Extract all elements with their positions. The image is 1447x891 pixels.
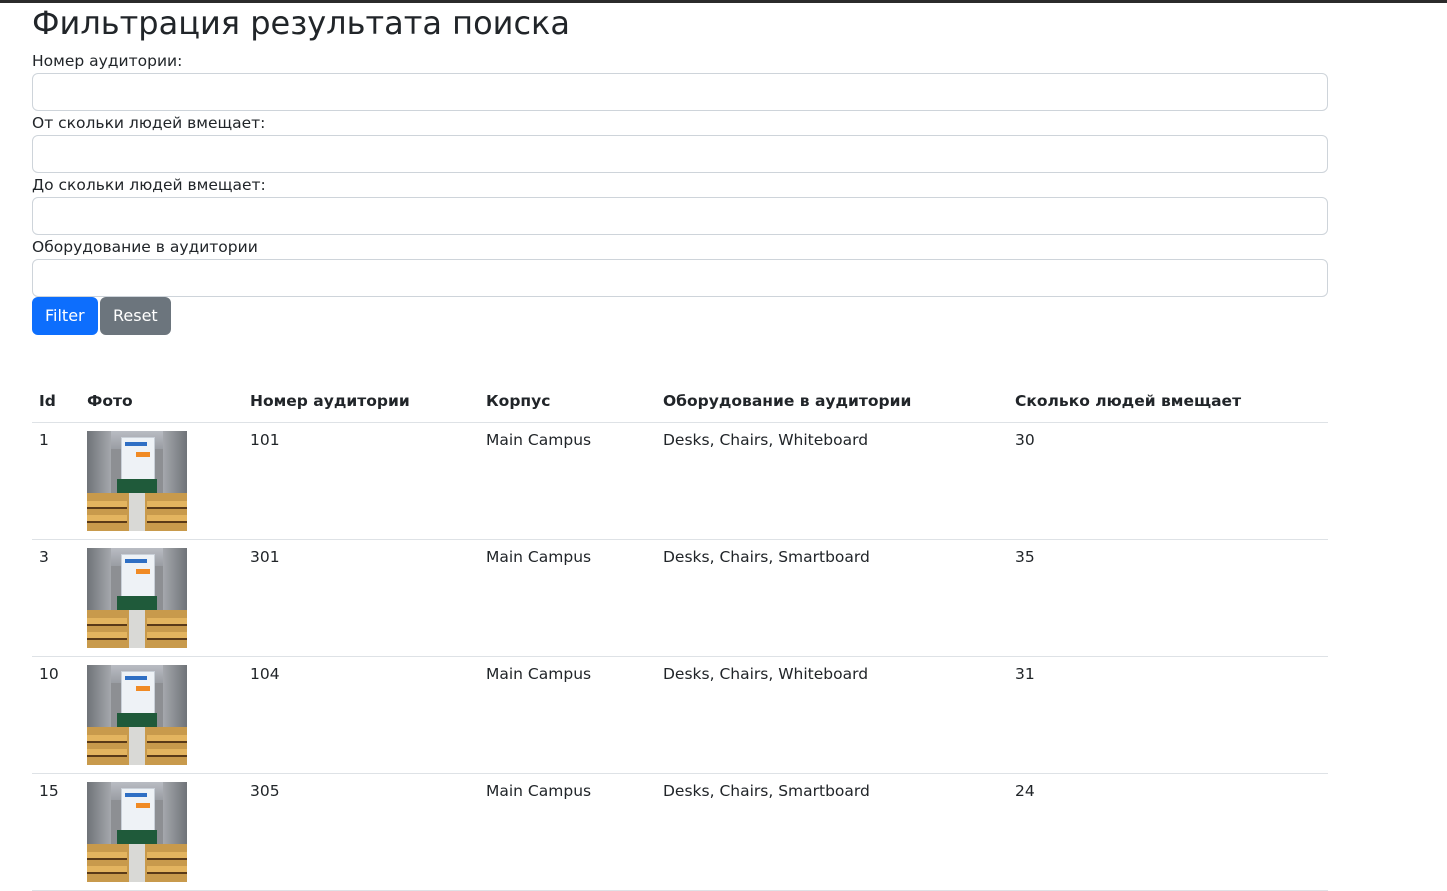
cell-equipment: Desks, Chairs, Smartboard (656, 773, 1008, 891)
header-id: Id (32, 386, 80, 423)
table-header-row: Id Фото Номер аудитории Корпус Оборудова… (32, 386, 1328, 423)
header-room-number: Номер аудитории (243, 386, 479, 423)
classroom-photo (87, 665, 187, 765)
header-building: Корпус (479, 386, 656, 423)
cell-room-number: 305 (243, 773, 479, 891)
cell-building: Main Campus (479, 422, 656, 540)
cell-room-number: 104 (243, 656, 479, 774)
equipment-input[interactable] (32, 259, 1328, 297)
capacity-from-label: От скольки людей вмещает: (32, 114, 266, 132)
cell-id: 15 (32, 773, 80, 891)
capacity-to-input[interactable] (32, 197, 1328, 235)
results-table: Id Фото Номер аудитории Корпус Оборудова… (32, 386, 1328, 891)
cell-capacity: 31 (1008, 656, 1328, 774)
page-title: Фильтрация результата поиска (32, 4, 570, 42)
cell-id: 3 (32, 539, 80, 657)
capacity-to-label: До скольки людей вмещает: (32, 176, 266, 194)
table-row: 10 104 Main Campus Desks, Chairs, Whiteb… (32, 656, 1328, 774)
cell-photo (80, 422, 243, 540)
header-photo: Фото (80, 386, 243, 423)
header-equipment: Оборудование в аудитории (656, 386, 1008, 423)
filter-button[interactable]: Filter (32, 297, 98, 335)
cell-room-number: 301 (243, 539, 479, 657)
header-capacity: Сколько людей вмещает (1008, 386, 1328, 423)
cell-equipment: Desks, Chairs, Smartboard (656, 539, 1008, 657)
table-row: 3 301 Main Campus Desks, Chairs, Smartbo… (32, 539, 1328, 657)
room-number-input[interactable] (32, 73, 1328, 111)
classroom-photo (87, 782, 187, 882)
cell-room-number: 101 (243, 422, 479, 540)
classroom-photo (87, 548, 187, 648)
capacity-from-input[interactable] (32, 135, 1328, 173)
room-number-label: Номер аудитории: (32, 52, 183, 70)
cell-id: 1 (32, 422, 80, 540)
cell-equipment: Desks, Chairs, Whiteboard (656, 422, 1008, 540)
table-row: 15 305 Main Campus Desks, Chairs, Smartb… (32, 773, 1328, 891)
classroom-photo (87, 431, 187, 531)
cell-building: Main Campus (479, 656, 656, 774)
equipment-label: Оборудование в аудитории (32, 238, 258, 256)
cell-building: Main Campus (479, 773, 656, 891)
cell-photo (80, 773, 243, 891)
cell-capacity: 24 (1008, 773, 1328, 891)
cell-photo (80, 656, 243, 774)
cell-capacity: 30 (1008, 422, 1328, 540)
reset-button[interactable]: Reset (100, 297, 171, 335)
cell-photo (80, 539, 243, 657)
cell-equipment: Desks, Chairs, Whiteboard (656, 656, 1008, 774)
cell-building: Main Campus (479, 539, 656, 657)
cell-capacity: 35 (1008, 539, 1328, 657)
table-row: 1 101 Main Campus Desks, Chairs, Whitebo… (32, 422, 1328, 540)
cell-id: 10 (32, 656, 80, 774)
